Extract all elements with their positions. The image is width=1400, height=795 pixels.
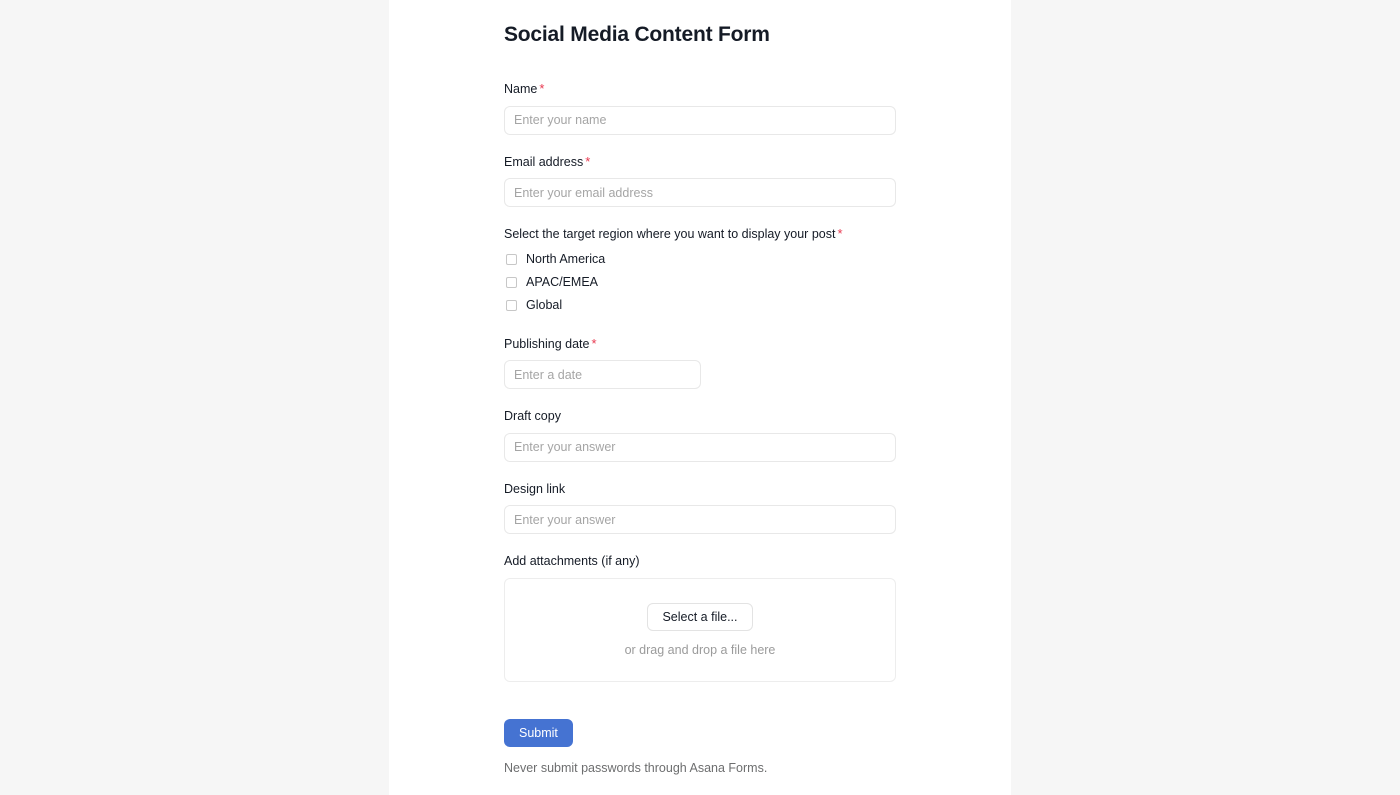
label-text-email: Email address — [504, 154, 584, 169]
field-publishing-date: Publishing date * — [504, 336, 896, 390]
checkbox-label-north-america: North America — [526, 252, 606, 266]
field-label-draft-copy: Draft copy — [504, 409, 561, 424]
field-target-region: Select the target region where you want … — [504, 226, 896, 317]
label-text-publishing-date: Publishing date — [504, 336, 590, 351]
draft-copy-input[interactable] — [504, 432, 896, 462]
field-attachments: Add attachments (if any) Select a file..… — [504, 553, 896, 682]
name-input[interactable] — [504, 105, 896, 135]
field-label-name: Name * — [504, 81, 896, 99]
drag-drop-hint: or drag and drop a file here — [624, 643, 776, 658]
field-label-target-region: Select the target region where you want … — [504, 226, 896, 244]
page-root: Social Media Content Form Name* Email ad… — [0, 0, 1400, 795]
file-dropzone[interactable]: Select a file... or drag and drop a file… — [504, 577, 896, 682]
required-asterisk-publishing-date: * — [591, 335, 597, 351]
field-design-link: Design link — [504, 481, 896, 535]
field-email: Email address * — [504, 154, 896, 208]
checkbox-north-america[interactable] — [506, 253, 517, 265]
publishing-date-input[interactable] — [504, 360, 701, 390]
field-label-publishing-date: Publishing date * — [504, 336, 896, 354]
field-label-design-link: Design link — [504, 481, 566, 496]
required-asterisk-name: * — [539, 81, 545, 97]
page-title: Social Media Content Form — [504, 23, 770, 46]
target-region-checkbox-group: North America APAC/EMEA Global — [504, 248, 896, 317]
checkbox-label-apac-emea: APAC/EMEA — [526, 275, 599, 289]
field-draft-copy: Draft copy — [504, 408, 896, 462]
checkbox-label-global: Global — [526, 298, 563, 312]
checkbox-row-apac-emea[interactable]: APAC/EMEA — [504, 271, 896, 294]
required-asterisk-target-region: * — [837, 226, 843, 242]
field-label-email: Email address * — [504, 154, 896, 172]
email-input[interactable] — [504, 178, 896, 208]
design-link-input[interactable] — [504, 505, 896, 535]
checkbox-row-global[interactable]: Global — [504, 294, 896, 317]
checkbox-apac-emea[interactable] — [506, 276, 517, 288]
form-card: Social Media Content Form Name* Email ad… — [389, 0, 1011, 795]
checkbox-row-north-america[interactable]: North America — [504, 248, 896, 271]
checkbox-global[interactable] — [506, 299, 517, 311]
footer-security-note: Never submit passwords through Asana For… — [504, 761, 768, 776]
form-content: Social Media Content Form Name* Email ad… — [389, 0, 1011, 795]
footer-security-note-secondary — [504, 779, 896, 795]
label-text-name: Name — [504, 82, 538, 97]
field-label-attachments: Add attachments (if any) — [504, 554, 640, 569]
submit-button[interactable]: Submit — [504, 718, 573, 748]
submit-area: Submit Never submit passwords through As… — [504, 718, 896, 795]
select-file-button[interactable]: Select a file... — [647, 602, 753, 632]
required-asterisk-email: * — [585, 153, 591, 169]
label-text-target-region: Select the target region where you want … — [504, 227, 836, 242]
field-name: Name * — [504, 81, 896, 135]
